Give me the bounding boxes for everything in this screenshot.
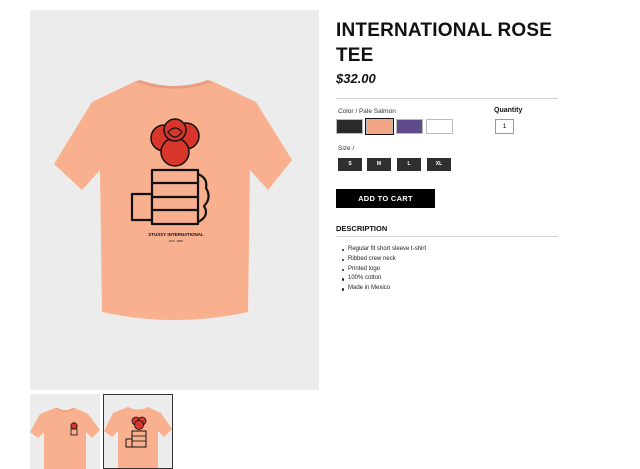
est-print-text: EST. 1980 bbox=[169, 239, 183, 243]
tshirt-back-thumb bbox=[104, 407, 172, 468]
list-item: Made in Mexico bbox=[342, 284, 426, 294]
quantity-input[interactable] bbox=[495, 119, 514, 134]
swatch-purple[interactable] bbox=[396, 119, 423, 134]
size-button-m[interactable]: M bbox=[367, 158, 391, 171]
list-item: Ribbed crew neck bbox=[342, 255, 426, 265]
swatch-pale-salmon[interactable] bbox=[365, 118, 394, 135]
description-list: Regular fit short sleeve t-shirt Ribbed … bbox=[342, 245, 426, 294]
thumbnail-back[interactable] bbox=[103, 394, 173, 469]
quantity-label: Quantity bbox=[494, 107, 523, 114]
divider bbox=[336, 236, 558, 237]
size-button-l[interactable]: L bbox=[397, 158, 421, 171]
product-title: INTERNATIONAL ROSE TEE bbox=[336, 20, 553, 66]
brand-print-text: STUSSY INTERNATIONAL bbox=[148, 232, 204, 237]
swatch-black[interactable] bbox=[336, 119, 363, 134]
product-options: Color / Pale Salmon Quantity Size / S M … bbox=[336, 99, 558, 291]
add-to-cart-button[interactable]: ADD TO CART bbox=[336, 189, 435, 208]
swatch-white[interactable] bbox=[426, 119, 453, 134]
thumbnail-front[interactable] bbox=[30, 394, 100, 469]
product-info: INTERNATIONAL ROSE TEE $32.00 Color / Pa… bbox=[336, 18, 558, 291]
tshirt-back-image: STUSSY INTERNATIONAL EST. 1980 bbox=[54, 80, 292, 320]
description-heading: DESCRIPTION bbox=[336, 224, 388, 233]
product-page: STUSSY INTERNATIONAL EST. 1980 INTERNATI… bbox=[0, 0, 640, 469]
size-button-s[interactable]: S bbox=[338, 158, 362, 171]
color-label: Color / Pale Salmon bbox=[338, 108, 396, 115]
list-item: Regular fit short sleeve t-shirt bbox=[342, 245, 426, 255]
product-price: $32.00 bbox=[336, 71, 376, 86]
list-item: Printed logo bbox=[342, 265, 426, 275]
list-item: 100% cotton bbox=[342, 274, 426, 284]
size-button-xl[interactable]: XL bbox=[427, 158, 451, 171]
tshirt-front-thumb bbox=[30, 407, 100, 469]
main-product-image[interactable]: STUSSY INTERNATIONAL EST. 1980 bbox=[30, 10, 319, 390]
size-label: Size / bbox=[338, 145, 355, 152]
